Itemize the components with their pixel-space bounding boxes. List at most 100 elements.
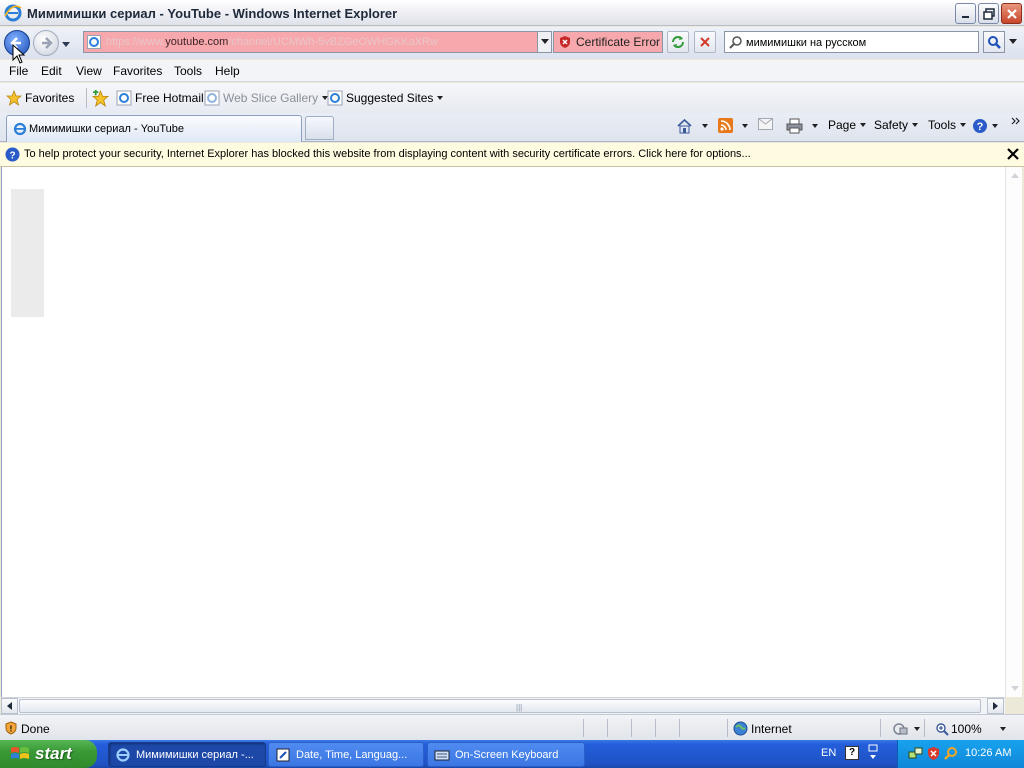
close-icon[interactable] xyxy=(1006,146,1020,162)
help-icon: ? xyxy=(973,119,987,133)
search-options-dropdown[interactable] xyxy=(1006,31,1019,53)
title-bar[interactable]: Мимимишки сериал - YouTube - Windows Int… xyxy=(0,0,1024,26)
search-tray-icon[interactable] xyxy=(944,746,959,761)
recent-pages-dropdown-icon[interactable] xyxy=(61,39,71,49)
taskbar-item-ie[interactable]: Мимимишки сериал -... xyxy=(108,742,266,767)
star-icon xyxy=(6,90,22,106)
close-icon xyxy=(1006,8,1017,19)
fav-item-free-hotmail[interactable]: Free Hotmail xyxy=(116,90,204,106)
scroll-right-button[interactable] xyxy=(987,698,1004,714)
network-icon[interactable] xyxy=(908,746,923,761)
menu-tools[interactable]: Tools xyxy=(174,64,202,78)
taskbar-item-date-time[interactable]: Date, Time, Languag... xyxy=(268,742,424,767)
search-go-button[interactable] xyxy=(983,31,1005,53)
chevron-down-icon xyxy=(912,123,919,127)
input-language-indicator[interactable]: EN xyxy=(821,747,836,759)
scroll-up-button[interactable] xyxy=(1006,167,1023,184)
printer-icon xyxy=(786,118,803,134)
status-divider xyxy=(655,719,656,737)
minimize-icon xyxy=(961,15,969,18)
horizontal-scroll-thumb[interactable]: ||| xyxy=(19,699,981,713)
menu-file[interactable]: File xyxy=(9,64,28,78)
read-mail-button[interactable] xyxy=(758,118,773,130)
windows-logo-icon xyxy=(11,747,29,759)
language-bar-help-icon[interactable]: ? xyxy=(845,746,859,760)
control-panel-icon xyxy=(276,748,290,761)
search-box[interactable] xyxy=(724,31,979,53)
fav-item-label: Suggested Sites xyxy=(346,91,434,105)
fav-item-suggested-sites[interactable]: Suggested Sites xyxy=(327,90,444,106)
favorites-bar: Favorites Free Hotmail Web Slice Gallery… xyxy=(0,83,1024,113)
safety-menu-button[interactable]: Safety xyxy=(874,118,919,132)
start-button[interactable]: start xyxy=(0,740,97,768)
chevron-up-icon xyxy=(1010,173,1019,178)
restore-language-bar-icon[interactable] xyxy=(866,744,880,762)
restore-button[interactable] xyxy=(978,3,999,24)
tools-menu-button[interactable]: Tools xyxy=(928,118,967,132)
menu-favorites[interactable]: Favorites xyxy=(113,64,162,78)
taskbar-item-osk[interactable]: On-Screen Keyboard xyxy=(427,742,585,767)
chevron-down-icon xyxy=(437,96,444,100)
menu-help[interactable]: Help xyxy=(215,64,240,78)
zoom-level-button[interactable]: 100% xyxy=(936,722,1006,736)
status-divider xyxy=(607,719,608,737)
search-icon xyxy=(729,36,742,49)
start-label: start xyxy=(35,744,72,763)
page-menu-label: Page xyxy=(828,118,857,132)
vertical-scrollbar[interactable] xyxy=(1005,167,1022,697)
certificate-error-button[interactable]: Certificate Error xyxy=(553,31,663,53)
menu-bar: File Edit View Favorites Tools Help xyxy=(0,60,1024,82)
scroll-down-button[interactable] xyxy=(1006,680,1023,697)
status-divider xyxy=(924,719,925,737)
globe-icon xyxy=(733,721,748,736)
address-bar[interactable]: https://www.youtube.com/channel/UCMWh-5v… xyxy=(83,31,552,53)
stop-icon xyxy=(700,37,710,47)
stop-button[interactable] xyxy=(694,31,716,53)
svg-text:?: ? xyxy=(977,121,984,133)
favorites-button[interactable]: Favorites xyxy=(6,90,74,106)
minimize-button[interactable] xyxy=(955,3,976,24)
home-icon xyxy=(677,118,692,134)
keyboard-icon xyxy=(434,750,450,760)
fav-item-web-slice-gallery[interactable]: Web Slice Gallery xyxy=(204,90,329,106)
internet-explorer-icon xyxy=(4,4,22,22)
search-input[interactable] xyxy=(746,35,976,50)
protected-mode-icon[interactable] xyxy=(892,721,908,736)
favorites-label: Favorites xyxy=(25,91,75,105)
scroll-left-button[interactable] xyxy=(1,698,18,714)
zoom-value: 100% xyxy=(951,722,982,736)
menu-view[interactable]: View xyxy=(76,64,102,78)
svg-text:?: ? xyxy=(9,151,15,162)
feeds-button[interactable] xyxy=(718,118,748,133)
add-to-favorites-icon[interactable] xyxy=(92,90,109,107)
horizontal-scrollbar[interactable]: ||| xyxy=(1,697,1005,714)
internet-explorer-icon xyxy=(116,747,130,762)
scroll-grip-icon: ||| xyxy=(516,703,523,712)
mouse-cursor-icon xyxy=(12,44,26,64)
chevron-down-icon xyxy=(540,39,549,44)
chevron-down-icon[interactable] xyxy=(914,727,920,731)
address-url[interactable]: https://www.youtube.com/channel/UCMWh-5v… xyxy=(106,36,526,48)
menu-edit[interactable]: Edit xyxy=(41,64,62,78)
navigation-bar: https://www.youtube.com/channel/UCMWh-5v… xyxy=(0,27,1024,59)
status-divider xyxy=(880,719,881,737)
page-favicon-icon xyxy=(87,35,101,49)
new-tab-button[interactable] xyxy=(305,116,334,140)
forward-button[interactable] xyxy=(33,30,59,56)
refresh-button[interactable] xyxy=(667,31,689,53)
help-menu-button[interactable]: ? xyxy=(972,118,998,134)
chevron-more-icon[interactable] xyxy=(1011,117,1020,127)
page-menu-button[interactable]: Page xyxy=(828,118,867,132)
security-zone: Internet xyxy=(751,722,792,736)
security-alert-icon[interactable] xyxy=(926,746,941,761)
status-divider xyxy=(679,719,680,737)
home-button[interactable] xyxy=(676,118,708,134)
address-dropdown-button[interactable] xyxy=(537,31,552,53)
close-window-button[interactable] xyxy=(1001,3,1022,24)
taskbar-clock[interactable]: 10:26 AM xyxy=(965,747,1011,759)
security-information-bar[interactable]: ? To help protect your security, Interne… xyxy=(0,143,1024,167)
print-button[interactable] xyxy=(786,118,818,134)
svg-text:!: ! xyxy=(10,725,13,734)
tab-youtube[interactable]: Мимимишки сериал - YouTube xyxy=(6,115,302,142)
tools-menu-label: Tools xyxy=(928,118,957,132)
